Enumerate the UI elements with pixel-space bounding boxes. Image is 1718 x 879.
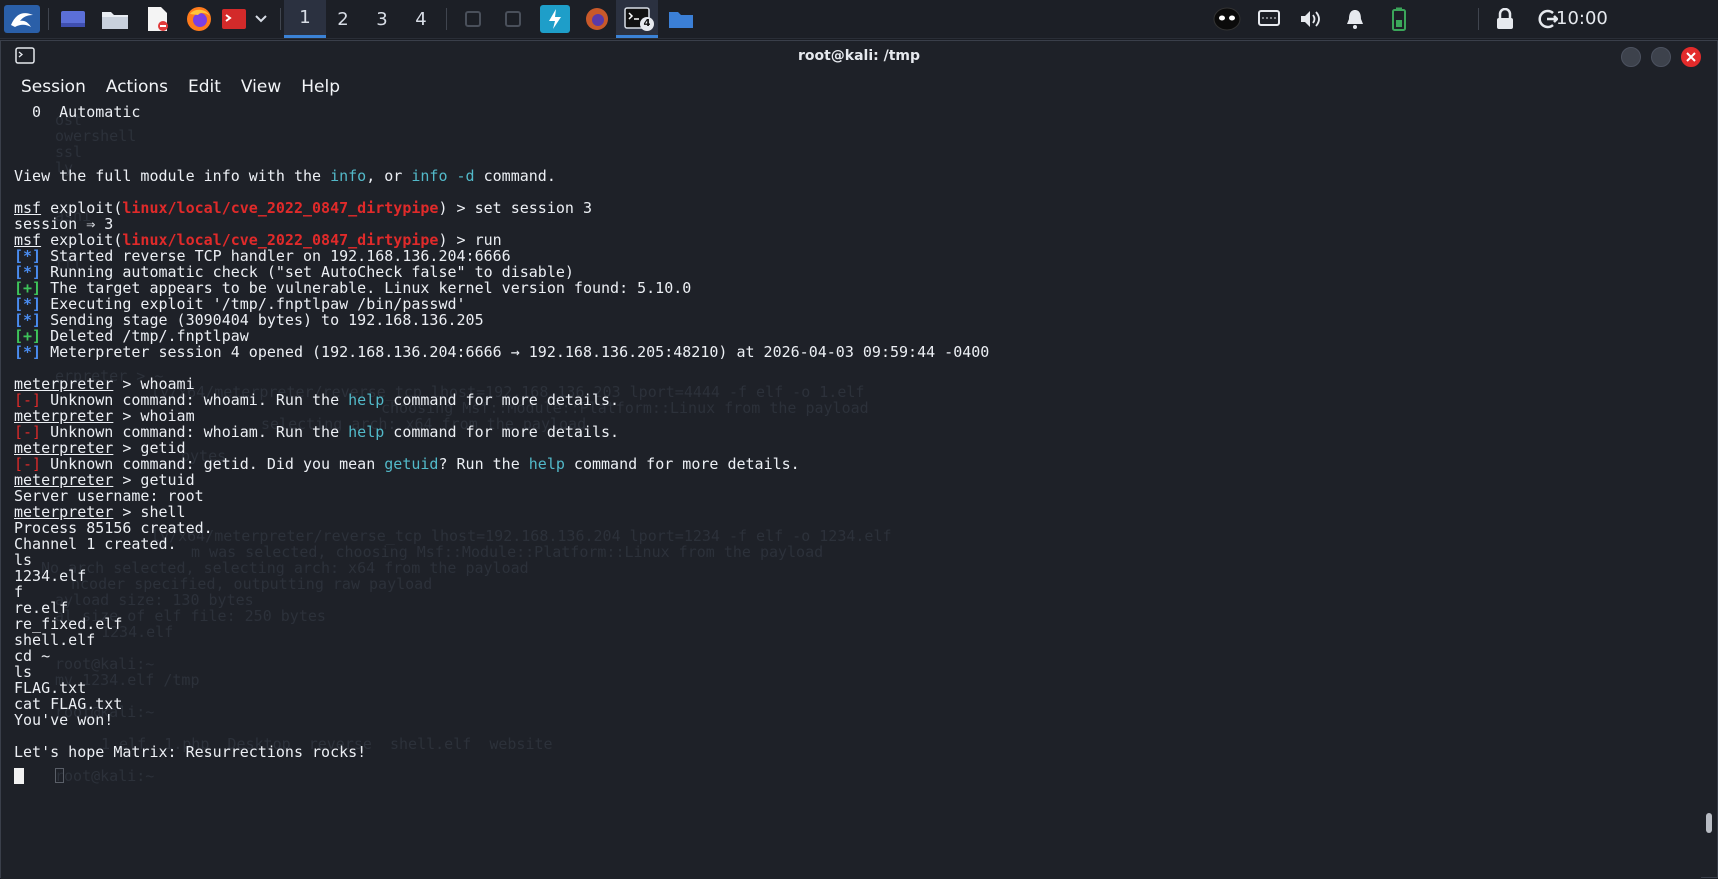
option-line: 0 Automatic bbox=[14, 103, 141, 121]
scrollbar-thumb[interactable] bbox=[1706, 813, 1712, 833]
burp-suite-icon[interactable] bbox=[540, 5, 570, 33]
menu-view[interactable]: View bbox=[241, 77, 281, 97]
minimized-window-icon[interactable] bbox=[498, 5, 528, 33]
minimize-button[interactable] bbox=[1621, 47, 1641, 67]
workspace-1[interactable]: 1 bbox=[284, 0, 326, 38]
top-panel: 1 2 3 4 4 10:00 bbox=[0, 0, 1718, 39]
ghost-line: root@kali:~ bbox=[55, 767, 155, 785]
menu-edit[interactable]: Edit bbox=[188, 77, 221, 97]
title-bar[interactable]: root@kali: /tmp bbox=[1, 41, 1717, 71]
folder-window-icon[interactable] bbox=[666, 5, 696, 33]
close-button[interactable] bbox=[1681, 47, 1701, 67]
window-count-badge: 4 bbox=[640, 17, 654, 31]
logout-icon[interactable] bbox=[1532, 5, 1562, 33]
output-line: 1234.elf bbox=[14, 567, 87, 585]
lock-screen-icon[interactable] bbox=[1490, 5, 1520, 33]
scrollbar[interactable] bbox=[1701, 103, 1717, 879]
text-editor-icon[interactable] bbox=[142, 5, 172, 33]
menu-help[interactable]: Help bbox=[301, 77, 340, 97]
minimized-window-icon[interactable] bbox=[458, 5, 488, 33]
output-line: Let's hope Matrix: Resurrections rocks! bbox=[14, 743, 367, 761]
firefox-window-icon[interactable] bbox=[582, 5, 612, 33]
workspace-2[interactable]: 2 bbox=[322, 0, 364, 38]
close-icon bbox=[1686, 52, 1696, 62]
notification-bell-icon[interactable] bbox=[1340, 5, 1370, 33]
volume-icon[interactable] bbox=[1296, 5, 1326, 33]
output-line: You've won! bbox=[14, 711, 114, 729]
text-cursor bbox=[14, 768, 24, 784]
menu-session[interactable]: Session bbox=[21, 77, 86, 97]
info-line: View the full module info with the info,… bbox=[14, 167, 556, 185]
battery-icon[interactable] bbox=[1384, 5, 1414, 33]
terminal-window: root@kali: /tmp Session Actions Edit Vie… bbox=[0, 40, 1718, 879]
output-line: Channel 1 created. bbox=[14, 535, 177, 553]
window-title: root@kali: /tmp bbox=[797, 48, 921, 64]
terminal-launcher-icon[interactable] bbox=[220, 5, 248, 33]
status-line: [*] Meterpreter session 4 opened (192.16… bbox=[14, 343, 990, 361]
workspace-3[interactable]: 3 bbox=[361, 0, 403, 38]
clock[interactable]: 10:00 bbox=[1556, 0, 1608, 38]
chevron-down-icon[interactable] bbox=[252, 5, 270, 33]
terminal-window-button[interactable]: 4 bbox=[616, 0, 658, 38]
terminal-output[interactable]: ost owershell ssl ly ashi ttl erpreter >… bbox=[1, 103, 1701, 879]
firefox-icon[interactable] bbox=[184, 5, 214, 33]
workspace-4[interactable]: 4 bbox=[400, 0, 442, 38]
display-icon[interactable] bbox=[1254, 5, 1284, 33]
menu-bar: Session Actions Edit View Help bbox=[1, 71, 1717, 103]
menu-actions[interactable]: Actions bbox=[106, 77, 168, 97]
cursor-outline bbox=[55, 768, 64, 783]
desktop-icon[interactable] bbox=[58, 5, 88, 33]
file-manager-icon[interactable] bbox=[100, 5, 130, 33]
maximize-button[interactable] bbox=[1651, 47, 1671, 67]
ghost-icon[interactable] bbox=[1212, 5, 1242, 33]
kali-menu-icon[interactable] bbox=[4, 5, 40, 33]
